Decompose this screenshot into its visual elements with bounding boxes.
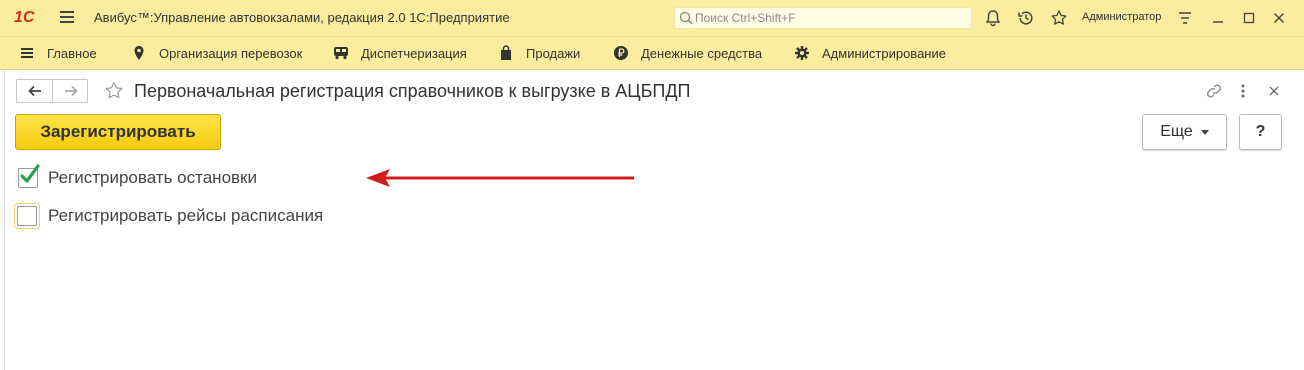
- help-button[interactable]: ?: [1239, 114, 1282, 150]
- section-transport-org[interactable]: Организация перевозок: [131, 37, 302, 69]
- settings-menu-icon[interactable]: [1176, 9, 1194, 27]
- minimize-button[interactable]: [1208, 8, 1228, 28]
- checkbox-register-stops-label[interactable]: Регистрировать остановки: [48, 168, 257, 188]
- chevron-down-icon: [1200, 129, 1209, 135]
- bell-icon[interactable]: [984, 9, 1002, 27]
- section-sales[interactable]: Продажи: [498, 37, 580, 69]
- section-main[interactable]: Главное: [19, 37, 97, 69]
- section-main-label: Главное: [47, 45, 97, 61]
- annotation-arrow-icon: [366, 169, 634, 187]
- minimize-icon: [1213, 21, 1223, 23]
- close-icon: [1269, 86, 1279, 96]
- bus-icon: [333, 45, 349, 61]
- back-button[interactable]: [17, 80, 53, 102]
- title-bar: 1С Авибус™:Управление автовокзалами, ред…: [0, 0, 1304, 36]
- gear-icon: [794, 45, 810, 61]
- app-logo: 1С: [14, 9, 35, 26]
- more-button-label: Еще: [1160, 123, 1193, 140]
- app-title: Авибус™:Управление автовокзалами, редакц…: [94, 10, 510, 25]
- ruble-icon: [613, 45, 629, 61]
- vertical-dots-icon: [1241, 84, 1245, 98]
- hamburger-icon: [19, 45, 35, 61]
- star-icon[interactable]: [1050, 9, 1068, 27]
- checkbox-register-schedule-trips-label[interactable]: Регистрировать рейсы расписания: [48, 206, 323, 226]
- close-window-button[interactable]: [1269, 8, 1289, 28]
- more-actions-button[interactable]: [1235, 83, 1251, 99]
- section-money[interactable]: Денежные средства: [613, 37, 762, 69]
- search-box[interactable]: [674, 7, 972, 29]
- shopping-bag-icon: [498, 45, 514, 61]
- link-icon: [1207, 84, 1221, 98]
- search-input[interactable]: [695, 10, 965, 26]
- maximize-icon: [1243, 12, 1255, 24]
- arrow-right-icon: [64, 85, 78, 97]
- section-sales-label: Продажи: [526, 45, 581, 61]
- forward-button[interactable]: [53, 80, 88, 102]
- favorite-star-icon[interactable]: [104, 81, 124, 101]
- more-button[interactable]: Еще: [1142, 114, 1227, 150]
- maximize-button[interactable]: [1239, 8, 1259, 28]
- section-dispatch[interactable]: Диспетчеризация: [333, 37, 467, 69]
- main-menu-icon[interactable]: [60, 11, 74, 23]
- register-button[interactable]: Зарегистрировать: [15, 114, 221, 150]
- close-form-button[interactable]: [1266, 83, 1282, 99]
- map-pin-icon: [131, 45, 147, 61]
- sections-panel: Главное Организация перевозок Диспетчери…: [0, 36, 1304, 70]
- history-icon[interactable]: [1017, 9, 1035, 27]
- user-name[interactable]: Администратор: [1082, 11, 1161, 23]
- checkmark-icon: [20, 164, 40, 183]
- section-transport-org-label: Организация перевозок: [159, 45, 303, 61]
- checkbox-register-schedule-trips[interactable]: [14, 203, 40, 229]
- navigation-buttons: [16, 79, 88, 103]
- section-admin[interactable]: Администрирование: [794, 37, 946, 69]
- section-admin-label: Администрирование: [822, 45, 946, 61]
- form-title: Первоначальная регистрация справочников …: [134, 81, 691, 101]
- section-money-label: Денежные средства: [641, 45, 763, 61]
- link-button[interactable]: [1206, 83, 1222, 99]
- section-dispatch-label: Диспетчеризация: [361, 45, 467, 61]
- close-icon: [1274, 13, 1284, 23]
- search-icon: [679, 11, 693, 25]
- arrow-left-icon: [27, 85, 41, 97]
- checkbox-register-stops[interactable]: [18, 164, 40, 188]
